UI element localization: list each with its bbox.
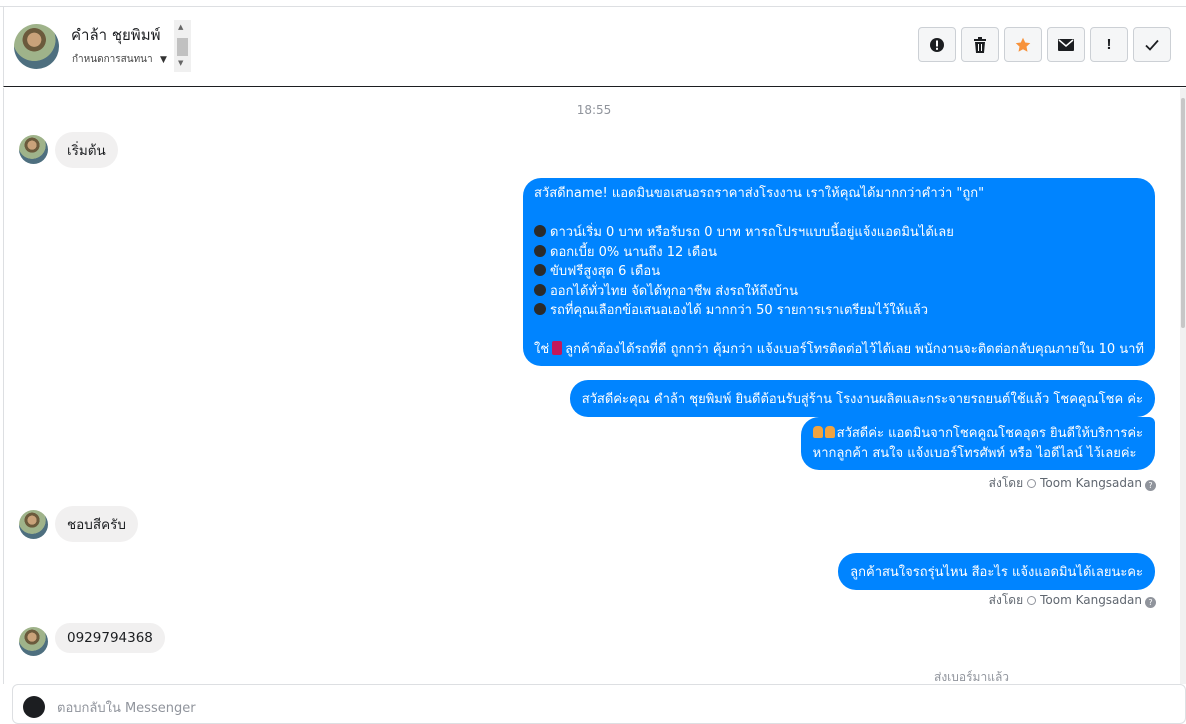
star-icon [1015,37,1031,52]
admin-line: หากลูกค้า สนใจ แจ้งเบอร์โทรศัพท์ หรือ ไอ… [812,445,1137,461]
status-dot-icon [1027,479,1037,488]
alert-circle-icon [930,37,944,52]
incoming-message[interactable]: 0929794368 [55,623,165,653]
sent-by-label: ส่งโดย Toom Kangsadan? [989,474,1156,493]
incoming-message[interactable]: ชอบสีครับ [55,506,138,542]
offer-line-prefix: ใช่ [534,342,550,357]
heart-emoji-icon [552,341,563,355]
scrollbar-thumb[interactable] [177,38,188,56]
help-icon[interactable]: ? [1145,480,1156,491]
offer-line-blank [534,204,1144,224]
exclamation-icon: ! [1106,36,1112,53]
message-timestamp: 18:55 [576,103,612,117]
offer-line-text: ออกได้ทั่วไทย จัดได้ทุกอาชีพ ส่งรถให้ถึง… [550,283,799,299]
messenger-icon [23,696,45,718]
conversation-label-select[interactable]: กำหนดการสนทนา [72,52,153,67]
outgoing-message-admin[interactable]: สวัสดีค่ะ แอดมินจากโชคคูณโชคอุดร ยินดีให… [800,417,1155,470]
star-button[interactable] [1004,27,1042,62]
offer-line: รถที่คุณเลือกข้อเสนอเองได้ มากกว่า 50 รา… [534,301,1144,321]
messenger-window: คำล้า ชุยพิมพ์ กำหนดการสนทนา ▼ ▲ ▼ ! 18:… [0,0,1186,724]
offer-line-text: ขับฟรีสูงสุด 6 เดือน [550,264,661,279]
help-icon[interactable]: ? [1145,597,1156,608]
offer-line: ออกได้ทั่วไทย จัดได้ทุกอาชีพ ส่งรถให้ถึง… [534,282,1144,302]
sent-by-prefix: ส่งโดย [988,593,1024,607]
scrollbar-thumb[interactable] [1181,98,1185,328]
offer-line: ใช่ ลูกค้าต้องได้รถที่ดี ถูกกว่า คุ้มกว่า… [534,340,1144,360]
admin-line-text: สวัสดีค่ะ แอดมินจากโชคคูณโชคอุดร ยินดีให… [836,426,1143,441]
follow-up-button[interactable]: ! [1090,27,1128,62]
offer-line-text: ลูกค้าต้องได้รถที่ดี ถูกกว่า คุ้มกว่า แจ… [565,342,1144,357]
sender-name[interactable]: Toom Kangsadan [1040,476,1142,490]
offer-line: ขับฟรีสูงสุด 6 เดือน [534,262,1144,282]
avatar[interactable] [19,135,48,164]
mark-unread-button[interactable] [1047,27,1085,62]
offer-line: ดาวน์เริ่ม 0 บาท หรือรับรถ 0 บาท หารถโปร… [534,223,1144,243]
message-thread[interactable]: 18:55 เริ่มต้น สวัสดีname! แอดมินขอเสนอร… [3,88,1183,684]
outgoing-message-question[interactable]: ลูกค้าสนใจรถรุ่นไหน สีอะไร แจ้งแอดมินได้… [838,553,1155,590]
sent-by-label: ส่งโดย Toom Kangsadan? [989,591,1156,610]
sender-name[interactable]: Toom Kangsadan [1040,593,1142,607]
cut-off-system-text: ส่งเบอร์มาแล้ว [934,670,1010,684]
incoming-message[interactable]: เริ่มต้น [55,132,118,168]
offer-line: สวัสดีname! แอดมินขอเสนอรถราคาส่งโรงงาน … [534,186,985,201]
mark-done-button[interactable] [1133,27,1171,62]
status-dot-icon [1027,596,1037,605]
car-emoji-icon [534,303,546,315]
car-emoji-icon [534,225,546,237]
delete-button[interactable] [961,27,999,62]
admin-line: สวัสดีค่ะ แอดมินจากโชคคูณโชคอุดร ยินดีให… [812,424,1143,444]
offer-line: ดอกเบี้ย 0% นานถึง 12 เดือน [534,243,1144,263]
outgoing-message-welcome[interactable]: สวัสดีค่ะคุณ คำล้า ชุยพิมพ์ ยินดีต้อนรับ… [569,380,1155,417]
pray-emoji-icon [812,426,823,438]
conversation-header: คำล้า ชุยพิมพ์ กำหนดการสนทนา ▼ ▲ ▼ ! [3,7,1186,87]
offer-line-blank [534,321,1144,341]
label-scrollbar[interactable]: ▲ ▼ [174,20,191,72]
mark-spam-button[interactable] [918,27,956,62]
offer-line-text: ดาวน์เริ่ม 0 บาท หรือรับรถ 0 บาท หารถโปร… [550,225,954,240]
offer-line-text: ดอกเบี้ย 0% นานถึง 12 เดือน [550,244,718,260]
envelope-icon [1058,38,1074,51]
contact-name[interactable]: คำล้า ชุยพิมพ์ [71,23,160,47]
offer-line-text: รถที่คุณเลือกข้อเสนอเองได้ มากกว่า 50 รา… [550,303,928,318]
avatar[interactable] [19,627,48,656]
chevron-down-icon[interactable]: ▼ [160,55,167,65]
car-emoji-icon [534,283,546,296]
scroll-up-icon[interactable]: ▲ [178,23,183,31]
scroll-down-icon[interactable]: ▼ [178,59,183,67]
car-emoji-icon [534,264,546,276]
reply-composer[interactable]: ตอบกลับใน Messenger [12,684,1186,724]
trash-icon [974,36,986,53]
reply-input-placeholder[interactable]: ตอบกลับใน Messenger [57,697,196,718]
thread-scrollbar[interactable] [1180,88,1186,684]
sent-by-prefix: ส่งโดย [988,476,1024,490]
checkmark-icon [1145,39,1159,51]
car-emoji-icon [534,244,546,257]
outgoing-message-offer[interactable]: สวัสดีname! แอดมินขอเสนอรถราคาส่งโรงงาน … [523,178,1155,366]
avatar[interactable] [19,510,48,539]
contact-avatar[interactable] [14,24,59,69]
pray-emoji-icon [824,426,835,438]
